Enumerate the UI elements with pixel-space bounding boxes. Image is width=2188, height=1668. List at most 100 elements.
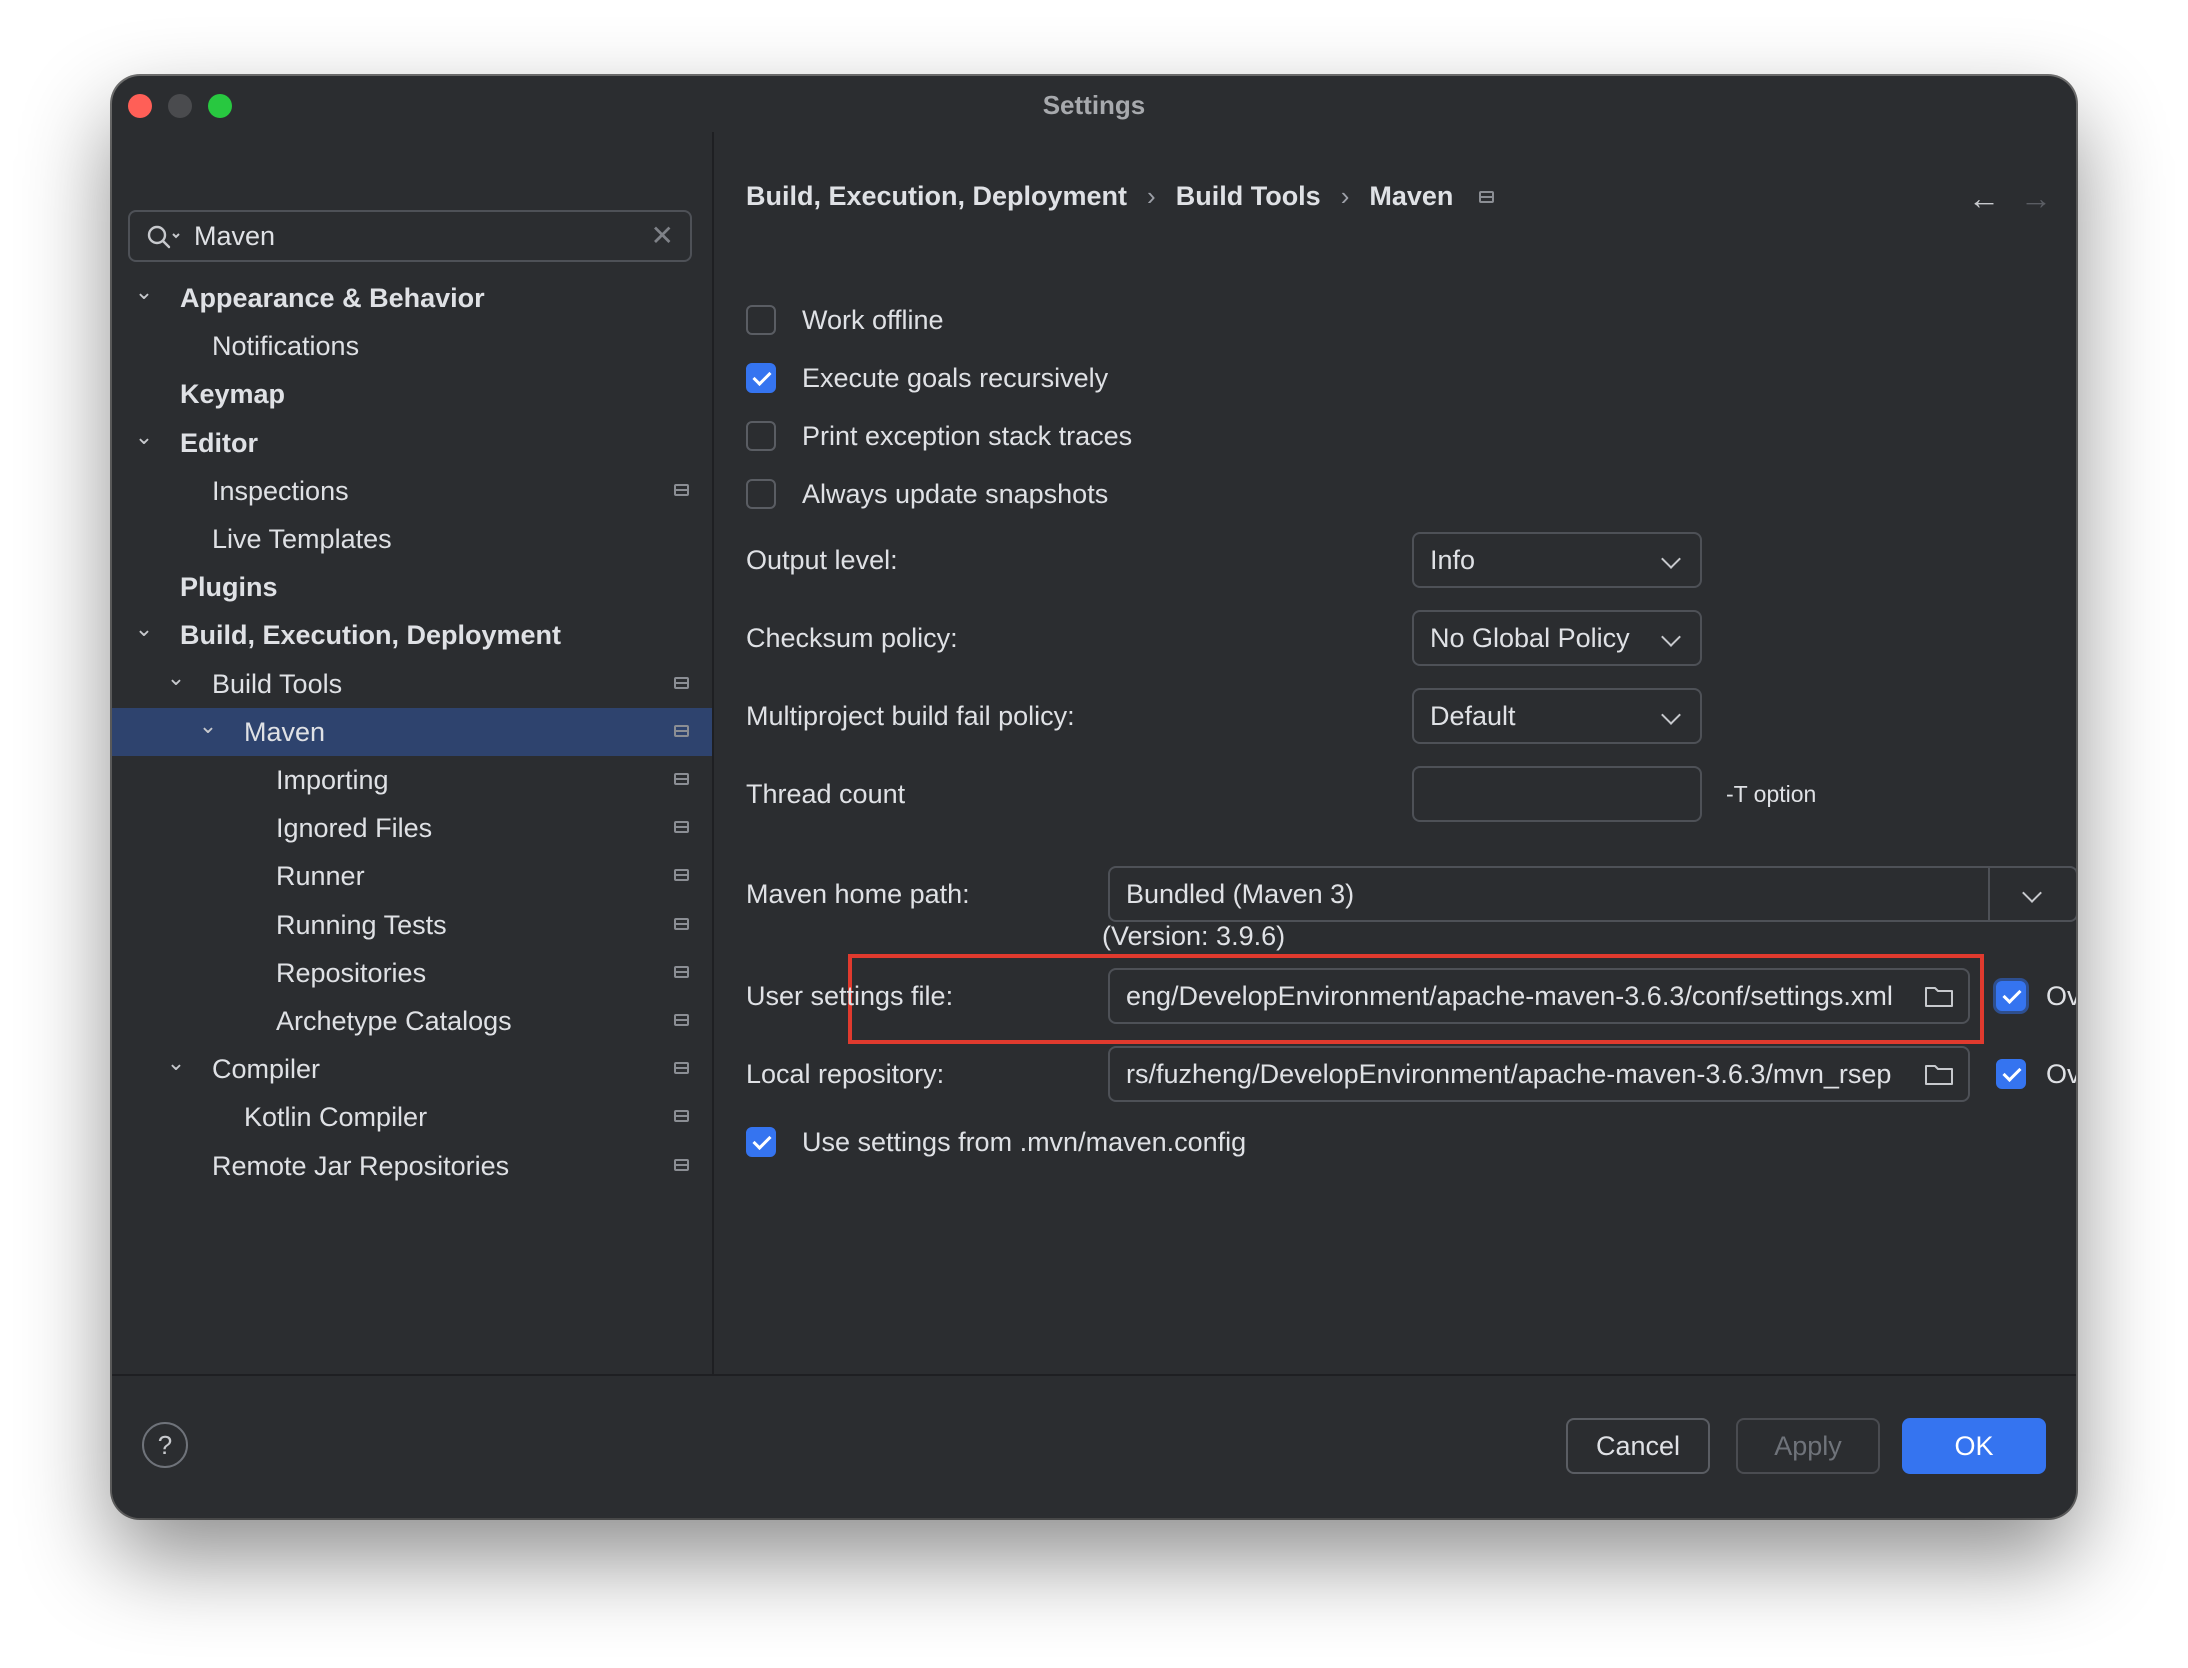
tree-item-ignored-files[interactable]: Ignored Files (112, 804, 712, 852)
help-button[interactable]: ? (142, 1422, 188, 1468)
chevron-down-icon[interactable]: ⌄ (132, 419, 156, 455)
chevron-down-icon (1661, 627, 1681, 647)
user-settings-path[interactable]: eng/DevelopEnvironment/apache-maven-3.6.… (1126, 970, 1904, 1022)
forward-arrow-icon[interactable]: → (2020, 180, 2052, 217)
project-scope-icon (674, 773, 689, 785)
settings-sidebar: Maven ✕ ⌄ Appearance & Behavior Notificati… (112, 132, 712, 1374)
maven-home-label: Maven home path: (746, 879, 970, 909)
execute-goals-checkbox[interactable] (746, 363, 776, 393)
output-level-label: Output level: (746, 545, 898, 575)
user-settings-field[interactable]: eng/DevelopEnvironment/apache-maven-3.6.… (1108, 968, 1970, 1024)
chevron-down-icon[interactable] (2022, 883, 2042, 903)
cancel-button[interactable]: Cancel (1566, 1418, 1710, 1474)
maven-home-dropdown[interactable]: Bundled (Maven 3) (1108, 866, 2076, 922)
project-scope-icon (674, 1110, 689, 1123)
override-checkbox[interactable] (1996, 1059, 2026, 1089)
folder-icon[interactable] (1924, 1061, 1954, 1092)
tree-item-label: Plugins (180, 572, 278, 603)
chevron-down-icon[interactable]: ⌄ (164, 1045, 188, 1081)
tree-item-label: Inspections (212, 475, 349, 506)
search-field[interactable]: Maven ✕ (128, 210, 692, 262)
project-scope-icon (674, 821, 689, 834)
project-scope-icon (674, 917, 689, 930)
tree-item-running-tests[interactable]: Running Tests (112, 901, 712, 949)
project-scope-icon (674, 1062, 689, 1075)
tree-item-compiler[interactable]: ⌄ Compiler (112, 1045, 712, 1093)
folder-icon[interactable] (1924, 983, 1954, 1014)
always-update-checkbox[interactable] (746, 479, 776, 509)
project-scope-icon (674, 965, 689, 978)
clear-search-icon[interactable]: ✕ (651, 222, 674, 250)
tree-item-plugins[interactable]: Plugins (112, 563, 712, 611)
tree-item-build-execution-deployment[interactable]: ⌄ Build, Execution, Deployment (112, 611, 712, 659)
tree-item-appearance-behavior[interactable]: ⌄ Appearance & Behavior (112, 274, 712, 322)
override-checkbox[interactable] (1996, 981, 2026, 1011)
search-icon (146, 224, 182, 255)
tree-item-label: Keymap (180, 379, 286, 410)
checkbox-label: Print exception stack traces (802, 421, 1133, 451)
window-title: Settings (1042, 90, 1146, 120)
settings-window: Settings Maven ✕ ⌄ Appearance & Behavior N… (112, 76, 2076, 1518)
tree-item-label: Notifications (212, 331, 360, 362)
breadcrumb-item: Maven (1369, 181, 1454, 212)
local-repository-path[interactable]: rs/fuzheng/DevelopEnvironment/apache-mav… (1126, 1048, 1904, 1100)
tree-item-label: Build Tools (212, 668, 343, 699)
tree-item-maven[interactable]: ⌄ Maven (112, 707, 712, 756)
checkbox-label: Use settings from .mvn/maven.config (802, 1127, 1247, 1157)
tree-item-runner[interactable]: Runner (112, 852, 712, 900)
tree-item-importing[interactable]: Importing (112, 756, 712, 804)
project-scope-icon (674, 676, 689, 689)
tree-item-notifications[interactable]: Notifications (112, 322, 712, 370)
search-input[interactable]: Maven (194, 212, 275, 260)
chevron-down-icon[interactable]: ⌄ (132, 611, 156, 647)
use-mvn-config-checkbox[interactable] (746, 1127, 776, 1157)
tree-item-label: Running Tests (276, 909, 447, 940)
print-exception-checkbox[interactable] (746, 421, 776, 451)
work-offline-checkbox[interactable] (746, 305, 776, 335)
checksum-policy-label: Checksum policy: (746, 623, 958, 653)
tree-item-label: Archetype Catalogs (276, 1006, 512, 1036)
tree-item-label: Build, Execution, Deployment (180, 620, 562, 651)
dropdown-value: Info (1430, 545, 1476, 575)
thread-count-hint: -T option (1726, 781, 1817, 807)
local-repository-label: Local repository: (746, 1059, 945, 1089)
tree-item-keymap[interactable]: Keymap (112, 370, 712, 418)
tree-item-kotlin-compiler[interactable]: Kotlin Compiler (112, 1093, 712, 1141)
dropdown-value: Default (1430, 701, 1516, 731)
ok-button[interactable]: OK (1902, 1418, 2046, 1474)
thread-count-label: Thread count (746, 779, 906, 809)
tree-item-label: Importing (276, 765, 389, 795)
tree-item-live-templates[interactable]: Live Templates (112, 515, 712, 563)
override-label: Override (2046, 981, 2076, 1011)
tree-item-archetype-catalogs[interactable]: Archetype Catalogs (112, 997, 712, 1045)
chevron-down-icon (1661, 549, 1681, 569)
tree-item-remote-jar-repositories[interactable]: Remote Jar Repositories (112, 1142, 712, 1190)
chevron-down-icon[interactable]: ⌄ (196, 708, 220, 744)
local-repository-field[interactable]: rs/fuzheng/DevelopEnvironment/apache-mav… (1108, 1046, 1970, 1102)
breadcrumb-item[interactable]: Build Tools (1176, 181, 1321, 212)
tree-item-build-tools[interactable]: ⌄ Build Tools (112, 660, 712, 708)
checkbox-label: Always update snapshots (802, 479, 1109, 509)
multiproject-policy-dropdown[interactable]: Default (1412, 688, 1702, 744)
thread-count-input[interactable] (1412, 766, 1702, 822)
tree-item-label: Kotlin Compiler (244, 1102, 428, 1133)
checkbox-label: Execute goals recursively (802, 363, 1109, 393)
project-scope-icon (674, 869, 689, 882)
checksum-policy-dropdown[interactable]: No Global Policy (1412, 610, 1702, 666)
output-level-dropdown[interactable]: Info (1412, 532, 1702, 588)
chevron-down-icon[interactable]: ⌄ (164, 660, 188, 696)
tree-item-repositories[interactable]: Repositories (112, 949, 712, 997)
apply-button[interactable]: Apply (1736, 1418, 1880, 1474)
tree-item-inspections[interactable]: Inspections (112, 467, 712, 515)
chevron-down-icon[interactable]: ⌄ (132, 274, 156, 310)
breadcrumb-item[interactable]: Build, Execution, Deployment (746, 181, 1127, 212)
tree-item-label: Ignored Files (276, 813, 433, 844)
breadcrumb: Build, Execution, Deployment › Build Tools… (746, 180, 1495, 220)
dialog-footer: ? Cancel Apply OK (112, 1376, 2076, 1518)
title-bar: Settings (112, 76, 2076, 132)
tree-item-label: Compiler (212, 1054, 321, 1085)
tree-item-label: Appearance & Behavior (180, 283, 485, 313)
back-arrow-icon[interactable]: ← (1968, 180, 2000, 217)
chevron-down-icon (1661, 705, 1681, 725)
tree-item-editor[interactable]: ⌄ Editor (112, 419, 712, 467)
